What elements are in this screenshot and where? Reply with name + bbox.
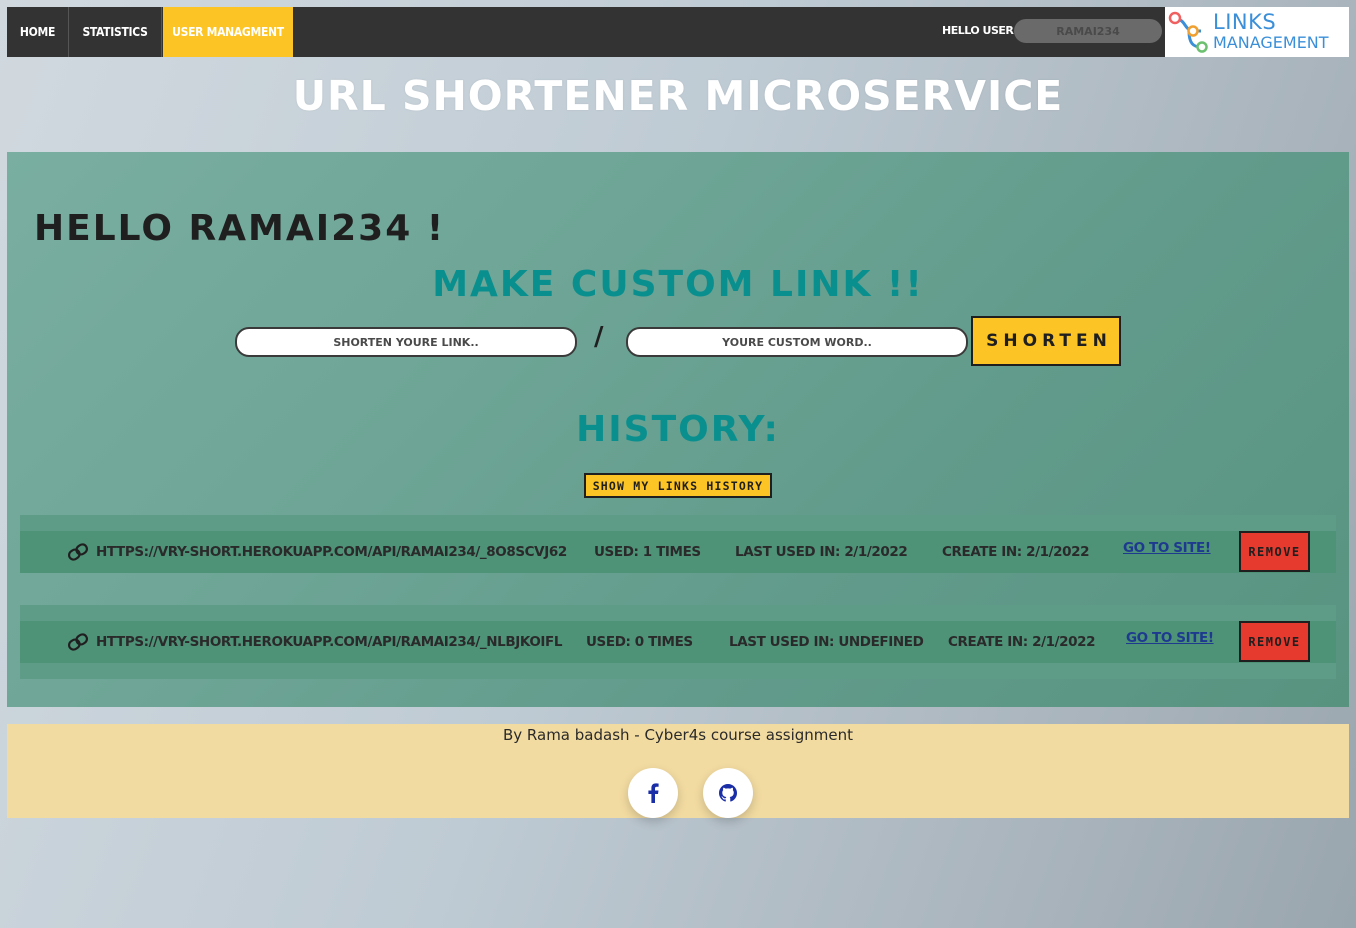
go-to-site-link[interactable]: go to site! [1123,527,1211,569]
github-icon [719,784,737,802]
shorten-button[interactable]: Shorten [971,316,1121,366]
created-date-text: create in: 2/1/2022 [948,634,1096,650]
facebook-button[interactable] [628,768,678,818]
link-row: https://vry-short.herokuapp.com/api/rama… [20,531,1336,573]
last-used-text: Last used in: 2/1/2022 [735,544,908,560]
github-button[interactable] [703,768,753,818]
remove-button[interactable]: Remove [1239,621,1310,662]
logo-text-links: Links [1213,10,1277,34]
used-count-text: used: 1 times [594,544,701,560]
used-count-text: used: 0 times [586,634,693,650]
nav-user-management[interactable]: User managment [163,7,293,57]
logo-text-management: Management [1213,33,1329,52]
username-field[interactable] [1014,19,1162,43]
go-to-site-link[interactable]: go to site! [1126,617,1214,659]
page-title: URL Shortener microservice [292,72,1064,120]
top-navbar: Home Statistics User managment Hello use… [7,7,1349,57]
history-heading: History: [576,409,780,450]
greeting-heading: Hello ramai234 ! [34,208,446,249]
remove-button[interactable]: Remove [1239,531,1310,572]
link-chain-icon [67,633,89,651]
nav-statistics[interactable]: Statistics [69,7,162,57]
custom-link-heading: Make custom link !! [432,264,924,305]
nav-home[interactable]: Home [7,7,69,57]
link-history-item: https://vry-short.herokuapp.com/api/rama… [20,605,1336,679]
link-chain-icon [67,543,89,561]
last-used-text: Last used in: undefined [729,634,924,650]
link-row: https://vry-short.herokuapp.com/api/rama… [20,621,1336,663]
logo-graph-icon [1168,11,1208,53]
short-url-text: https://vry-short.herokuapp.com/api/rama… [96,634,563,650]
show-history-button[interactable]: Show my links history [584,473,772,498]
short-url-text: https://vry-short.herokuapp.com/api/rama… [96,544,567,560]
link-history-item: https://vry-short.herokuapp.com/api/rama… [20,515,1336,573]
facebook-icon [648,783,659,803]
links-management-logo[interactable]: Links Management [1165,7,1349,57]
main-panel: Hello ramai234 ! Make custom link !! / S… [7,152,1349,707]
hello-user-label: Hello user: [942,24,1018,37]
created-date-text: create in: 2/1/2022 [942,544,1090,560]
long-url-input[interactable] [235,327,577,357]
footer-credit: By Rama badash - Cyber4s course assignme… [502,726,854,744]
slash-separator: / [594,322,604,352]
footer: By Rama badash - Cyber4s course assignme… [7,724,1349,818]
custom-word-input[interactable] [626,327,968,357]
